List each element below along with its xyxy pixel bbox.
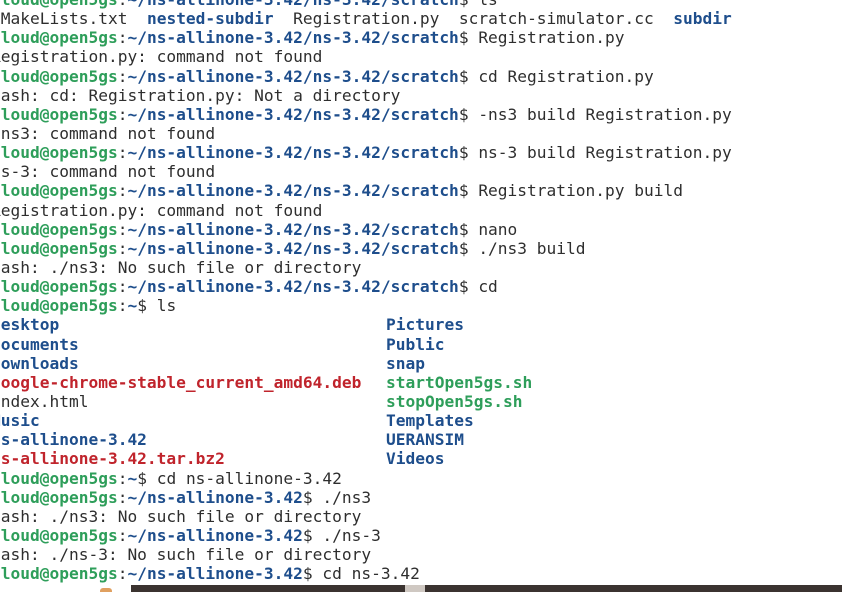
error-line: Registration.py: command not found: [0, 47, 323, 67]
command-text: cd Registration.py: [478, 66, 654, 86]
terminal-line: cloud@open5gs:~$ cd ns-allinone-3.42: [0, 469, 842, 488]
terminal-window[interactable]: cloud@open5gs:~/ns-allinone-3.42/ns-3.42…: [0, 0, 842, 592]
dock-indicator: [100, 588, 112, 592]
terminal-line: cloud@open5gs:~/ns-allinone-3.42/ns-3.42…: [0, 143, 842, 162]
directory-entry: Public: [386, 334, 445, 354]
archive-entry: google-chrome-stable_current_amd64.deb: [0, 372, 362, 392]
command-text: ls: [478, 0, 498, 9]
ls-output-line: Desktop Pictures: [0, 315, 842, 334]
directory-entry: snap: [386, 353, 425, 373]
prompt-user-host: cloud@open5gs: [0, 564, 118, 584]
file-entry: index.html: [0, 391, 89, 411]
taskbar[interactable]: [131, 585, 842, 592]
command-text: ./ns-3: [322, 525, 381, 545]
command-text: cd ns-3.42: [322, 564, 420, 584]
directory-entry: nested-subdir: [146, 9, 274, 29]
command-text: Registration.py build: [478, 181, 683, 201]
prompt-path: ~/ns-allinone-3.42/ns-3.42/scratch: [127, 104, 459, 124]
command-text: ls: [156, 296, 177, 316]
prompt-user-host: cloud@open5gs: [0, 468, 118, 488]
prompt-path: ~/ns-allinone-3.42: [127, 487, 303, 507]
taskbar-item[interactable]: [405, 585, 425, 592]
terminal-line: cloud@open5gs:~/ns-allinone-3.42/ns-3.42…: [0, 277, 842, 296]
directory-entry: subdir: [673, 9, 732, 29]
executable-entry: stopOpen5gs.sh: [386, 391, 523, 411]
prompt-path: ~/ns-allinone-3.42/ns-3.42/scratch: [127, 219, 459, 239]
directory-entry: Downloads: [0, 353, 79, 373]
terminal-line: cloud@open5gs:~/ns-allinone-3.42/ns-3.42…: [0, 67, 842, 86]
terminal-line: cloud@open5gs:~/ns-allinone-3.42/ns-3.42…: [0, 181, 842, 200]
prompt-user-host: cloud@open5gs: [0, 66, 118, 86]
ls-output-line: Downloads snap: [0, 354, 842, 373]
prompt-user-host: cloud@open5gs: [0, 28, 118, 48]
prompt-path: ~/ns-allinone-3.42/ns-3.42/scratch: [127, 143, 459, 163]
directory-entry: ns-allinone-3.42: [0, 430, 147, 450]
directory-entry: Desktop: [0, 315, 60, 335]
error-line: ns-3: command not found: [0, 162, 216, 182]
prompt-user-host: cloud@open5gs: [0, 143, 118, 163]
file-entry: CMakeLists.txt: [0, 9, 128, 29]
command-text: Registration.py: [478, 28, 625, 48]
file-entry: scratch-simulator.cc: [458, 9, 654, 29]
error-line: bash: ./ns-3: No such file or directory: [0, 545, 372, 565]
terminal-line: cloud@open5gs:~/ns-allinone-3.42/ns-3.42…: [0, 28, 842, 47]
archive-entry: ns-allinone-3.42.tar.bz2: [0, 449, 225, 469]
directory-entry: UERANSIM: [386, 430, 464, 450]
terminal-output: cloud@open5gs:~/ns-allinone-3.42/ns-3.42…: [0, 0, 842, 583]
error-line: bash: ./ns3: No such file or directory: [0, 506, 362, 526]
terminal-line: cloud@open5gs:~/ns-allinone-3.42/ns-3.42…: [0, 0, 842, 9]
terminal-line: cloud@open5gs:~/ns-allinone-3.42$ ./ns-3: [0, 526, 842, 545]
prompt-user-host: cloud@open5gs: [0, 277, 118, 297]
command-text: ./ns3 build: [478, 238, 586, 258]
directory-entry: Videos: [386, 449, 445, 469]
command-text: ns-3 build Registration.py: [478, 143, 732, 163]
terminal-line: cloud@open5gs:~/ns-allinone-3.42/ns-3.42…: [0, 239, 842, 258]
prompt-path: ~/ns-allinone-3.42/ns-3.42/scratch: [127, 28, 459, 48]
prompt-path: ~/ns-allinone-3.42/ns-3.42/scratch: [127, 66, 459, 86]
prompt-user-host: cloud@open5gs: [0, 181, 118, 201]
ls-output-line: Documents Public: [0, 335, 842, 354]
prompt-path: ~/ns-allinone-3.42/ns-3.42/scratch: [127, 181, 459, 201]
executable-entry: startOpen5gs.sh: [386, 372, 533, 392]
prompt-path: ~: [127, 468, 138, 488]
directory-entry: Documents: [0, 334, 79, 354]
file-entry: Registration.py: [293, 9, 440, 29]
terminal-line: cloud@open5gs:~/ns-allinone-3.42$ cd ns-…: [0, 564, 842, 583]
terminal-line: cloud@open5gs:~/ns-allinone-3.42/ns-3.42…: [0, 220, 842, 239]
error-line: Registration.py: command not found: [0, 200, 323, 220]
prompt-user-host: cloud@open5gs: [0, 0, 118, 9]
error-line: -ns3: command not found: [0, 123, 216, 143]
ls-output-line: ns-allinone-3.42 UERANSIM: [0, 430, 842, 449]
ls-output-line: ns-allinone-3.42.tar.bz2 Videos: [0, 449, 842, 468]
directory-entry: Pictures: [386, 315, 464, 335]
terminal-line: cloud@open5gs:~$ ls: [0, 296, 842, 315]
prompt-user-host: cloud@open5gs: [0, 487, 118, 507]
ls-output-line: google-chrome-stable_current_amd64.deb st…: [0, 373, 842, 392]
command-text: cd ns-allinone-3.42: [156, 468, 342, 488]
command-text: -ns3 build Registration.py: [478, 104, 732, 124]
prompt-path: ~/ns-allinone-3.42/ns-3.42/scratch: [127, 0, 458, 9]
directory-entry: Templates: [386, 411, 474, 431]
prompt-user-host: cloud@open5gs: [0, 296, 118, 316]
prompt-path: ~: [127, 296, 138, 316]
prompt-user-host: cloud@open5gs: [0, 219, 118, 239]
prompt-user-host: cloud@open5gs: [0, 525, 118, 545]
ls-output-line: Music Templates: [0, 411, 842, 430]
prompt-user-host: cloud@open5gs: [0, 238, 118, 258]
terminal-line: cloud@open5gs:~/ns-allinone-3.42$ ./ns3: [0, 488, 842, 507]
command-text: ./ns3: [322, 487, 372, 507]
directory-entry: Music: [0, 411, 40, 431]
error-line: bash: ./ns3: No such file or directory: [0, 257, 362, 277]
error-line: bash: cd: Registration.py: Not a directo…: [0, 85, 401, 105]
prompt-path: ~/ns-allinone-3.42: [127, 564, 303, 584]
ls-output-line: index.html stopOpen5gs.sh: [0, 392, 842, 411]
command-text: nano: [478, 219, 518, 239]
prompt-path: ~/ns-allinone-3.42/ns-3.42/scratch: [127, 238, 459, 258]
ls-output-line: CMakeLists.txt nested-subdir Registratio…: [0, 9, 842, 28]
terminal-line: cloud@open5gs:~/ns-allinone-3.42/ns-3.42…: [0, 105, 842, 124]
command-text: cd: [478, 277, 498, 297]
prompt-path: ~/ns-allinone-3.42/ns-3.42/scratch: [127, 277, 459, 297]
prompt-path: ~/ns-allinone-3.42: [127, 525, 303, 545]
prompt-user-host: cloud@open5gs: [0, 104, 118, 124]
